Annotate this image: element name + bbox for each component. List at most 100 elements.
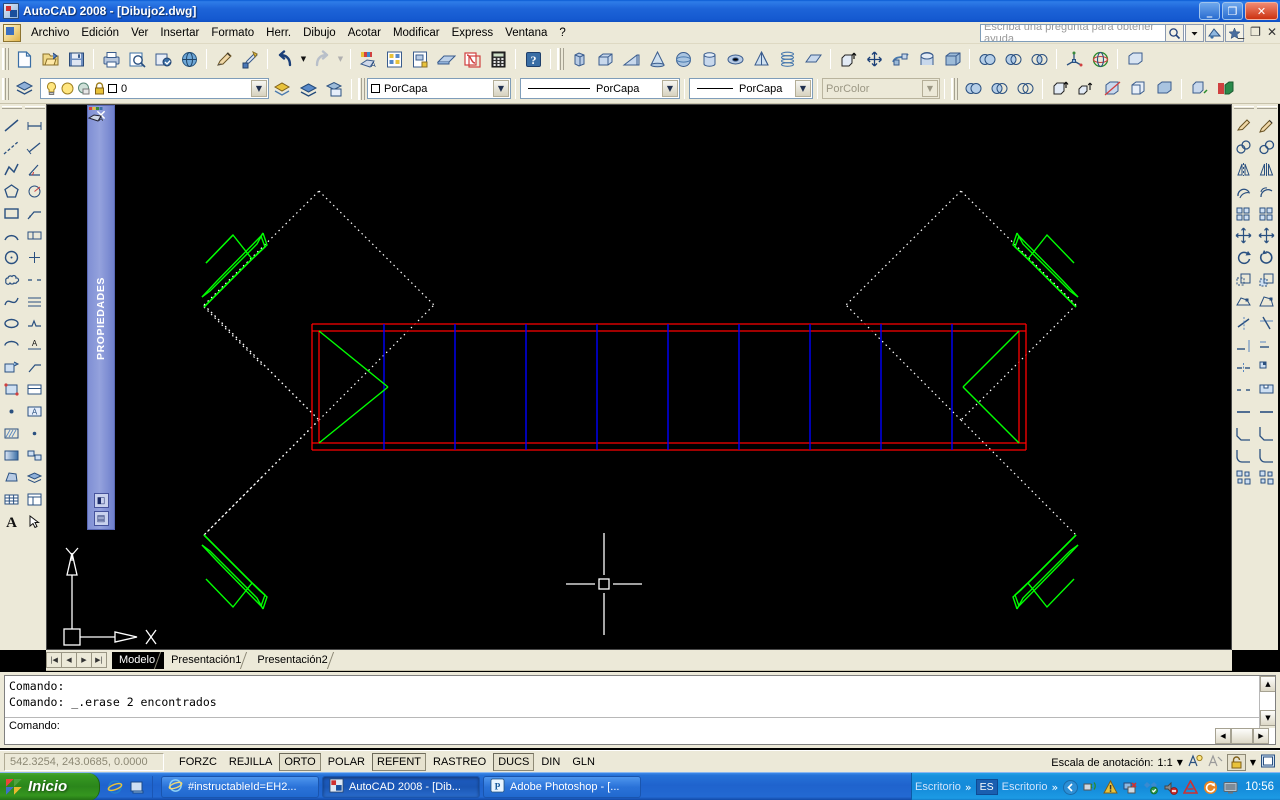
network-disconnect-icon[interactable] xyxy=(1122,779,1138,795)
press-pull-icon[interactable] xyxy=(862,48,886,71)
drawing-canvas[interactable]: ✕ A PROPIEDADES ◧ ▤ xyxy=(46,104,1232,650)
toggle-ducs[interactable]: DUCS xyxy=(493,752,535,771)
coordinate-display[interactable]: 542.3254, 243.0685, 0.0000 xyxy=(4,752,164,771)
explode-object-icon[interactable] xyxy=(1256,467,1277,488)
cylinder-icon[interactable] xyxy=(697,48,721,71)
subtract-icon[interactable] xyxy=(1001,48,1025,71)
toggle-rastreo[interactable]: RASTREO xyxy=(428,752,492,771)
menu-herr[interactable]: Herr. xyxy=(260,24,297,42)
3dwalk-icon[interactable] xyxy=(177,48,201,71)
multiline-text-icon[interactable]: A xyxy=(1,511,22,532)
quick-select-icon[interactable] xyxy=(24,511,45,532)
revcloud-icon[interactable] xyxy=(1,269,22,290)
last-tab-icon[interactable]: ▶| xyxy=(91,652,107,668)
intersect2-icon[interactable] xyxy=(1013,77,1037,100)
break-object-icon[interactable] xyxy=(1256,379,1277,400)
layer-control-combo[interactable]: 0 ▼ xyxy=(40,78,269,99)
undo-dropdown-icon[interactable]: ▼ xyxy=(298,48,309,71)
color-control-combo[interactable]: PorCapa ▼ xyxy=(367,78,511,99)
command-box[interactable]: Comando: Comando: _.erase 2 encontrados … xyxy=(4,675,1276,745)
visual-styles-icon[interactable] xyxy=(1213,77,1237,100)
group-icon[interactable] xyxy=(24,445,45,466)
palette-menu-icon[interactable]: ▤ xyxy=(93,511,109,526)
sound-mute-icon[interactable] xyxy=(1162,779,1178,795)
toolbar-grip[interactable] xyxy=(358,77,365,100)
toolbar-grip[interactable] xyxy=(557,48,564,70)
update-icon[interactable] xyxy=(1202,779,1218,795)
annotation-visibility-icon[interactable] xyxy=(1187,753,1203,772)
toolbar-grip[interactable] xyxy=(2,77,9,100)
design-center-icon[interactable] xyxy=(460,48,484,71)
properties-palette[interactable]: ✕ A PROPIEDADES ◧ ▤ xyxy=(87,105,115,530)
box-icon[interactable] xyxy=(593,48,617,71)
plot-icon[interactable] xyxy=(99,48,123,71)
join-object-icon[interactable] xyxy=(1256,401,1277,422)
table-style-icon[interactable] xyxy=(24,379,45,400)
toggle-orto[interactable]: ORTO xyxy=(279,752,321,771)
menu-acotar[interactable]: Acotar xyxy=(342,24,387,42)
auto-hide-icon[interactable]: ◧ xyxy=(93,493,109,508)
toolbar-grip[interactable] xyxy=(1,106,22,112)
revolve-icon[interactable] xyxy=(914,48,938,71)
union2-icon[interactable] xyxy=(961,77,985,100)
loft-icon[interactable] xyxy=(940,48,964,71)
lock-toolbars-icon[interactable] xyxy=(1226,754,1246,771)
plot-preview-icon[interactable] xyxy=(125,48,149,71)
rotate-object-icon[interactable] xyxy=(1256,247,1277,268)
section-icon[interactable] xyxy=(1126,77,1150,100)
offset-icon[interactable] xyxy=(1233,181,1254,202)
subtract2-icon[interactable] xyxy=(987,77,1011,100)
region-icon[interactable] xyxy=(1,467,22,488)
spline-icon[interactable] xyxy=(1,291,22,312)
make-block-icon[interactable] xyxy=(1,379,22,400)
tab-presentacion1[interactable]: Presentación1 xyxy=(164,651,255,669)
xref-icon[interactable] xyxy=(434,48,458,71)
layer-thaw-icon[interactable] xyxy=(60,81,75,96)
lock-dropdown-icon[interactable]: ▼ xyxy=(1250,758,1256,767)
command-vertical-scrollbar[interactable]: ▲ ▼ xyxy=(1259,676,1275,728)
close-button[interactable]: ✕ xyxy=(1245,2,1278,20)
toggle-din[interactable]: DIN xyxy=(536,752,566,771)
autocad-tray-icon[interactable] xyxy=(1182,779,1198,795)
first-tab-icon[interactable]: |◀ xyxy=(46,652,62,668)
scroll-right-icon[interactable]: ▶ xyxy=(1253,728,1269,744)
chamfer-object-icon[interactable] xyxy=(1256,423,1277,444)
color-dropdown-icon[interactable]: ▼ xyxy=(493,80,509,97)
offset-object-icon[interactable] xyxy=(1256,181,1277,202)
layer-previous-icon[interactable] xyxy=(270,77,294,100)
polygon-icon[interactable] xyxy=(1,181,22,202)
chevron-expand-icon-2[interactable]: » xyxy=(1051,781,1058,794)
layer-lock-icon[interactable] xyxy=(92,81,107,96)
chevron-expand-icon[interactable]: » xyxy=(965,781,972,794)
mdi-minimize-button[interactable]: _ xyxy=(1238,25,1244,39)
block-editor-icon[interactable] xyxy=(408,48,432,71)
copy-object-icon[interactable] xyxy=(1256,137,1277,158)
scroll-thumb[interactable] xyxy=(1231,728,1253,744)
qleader-icon[interactable] xyxy=(24,203,45,224)
break-point-object-icon[interactable] xyxy=(1256,357,1277,378)
insert-block-icon[interactable] xyxy=(1,357,22,378)
command-horizontal-scrollbar[interactable]: ◀ ▶ xyxy=(1215,728,1275,744)
open-icon[interactable] xyxy=(38,48,62,71)
warning-icon[interactable] xyxy=(1102,779,1118,795)
command-input-area[interactable]: Comando: xyxy=(5,718,1259,744)
clean-screen-icon[interactable] xyxy=(1260,753,1276,772)
mdi-restore-button[interactable]: ❐ xyxy=(1250,25,1261,39)
live-section-icon[interactable] xyxy=(1152,77,1176,100)
menu-dibujo[interactable]: Dibujo xyxy=(297,24,342,42)
menu-formato[interactable]: Formato xyxy=(205,24,260,42)
layer-states-icon[interactable] xyxy=(296,77,320,100)
break-icon[interactable] xyxy=(1233,379,1254,400)
scale-object-icon[interactable] xyxy=(1256,269,1277,290)
match-properties-icon[interactable]: A xyxy=(356,48,380,71)
point-style-icon[interactable] xyxy=(24,423,45,444)
polysolid-icon[interactable] xyxy=(567,48,591,71)
minimize-button[interactable]: _ xyxy=(1199,2,1220,20)
layer-dropdown-icon[interactable]: ▼ xyxy=(251,80,267,97)
ellipse-icon[interactable] xyxy=(1,313,22,334)
language-indicator[interactable]: ES xyxy=(975,779,998,795)
union-icon[interactable] xyxy=(975,48,999,71)
annotation-scale-value[interactable]: 1:1 xyxy=(1157,757,1172,769)
helix-icon[interactable] xyxy=(775,48,799,71)
array-icon[interactable] xyxy=(1233,203,1254,224)
